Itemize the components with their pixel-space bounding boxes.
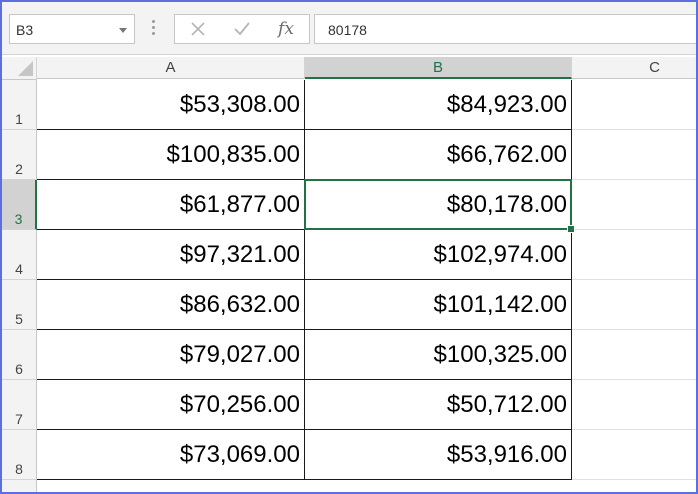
cell-c2[interactable] [572,130,696,180]
cell-b2[interactable]: $66,762.00 [305,130,572,180]
cell-c6[interactable] [572,330,696,380]
cancel-icon[interactable] [180,15,216,43]
cell-a1[interactable]: $53,308.00 [37,80,305,130]
cell-c4[interactable] [572,230,696,280]
spreadsheet-window: B3 fx 80178 A B C 1 $53,308.00 $84,923.0… [0,0,698,494]
cell-a2[interactable]: $100,835.00 [37,130,305,180]
name-box-value: B3 [16,22,34,38]
row-header-6[interactable]: 6 [2,330,37,380]
row-header-2[interactable]: 2 [2,130,37,180]
cell-a5[interactable]: $86,632.00 [37,280,305,330]
insert-function-button[interactable]: fx [268,15,304,43]
cell-a4[interactable]: $97,321.00 [37,230,305,280]
check-icon[interactable] [224,15,260,43]
select-all-triangle-icon [18,61,33,76]
row-number: 2 [15,161,23,177]
cell-c1[interactable] [572,80,696,130]
column-header-a[interactable]: A [37,57,305,79]
cell-b5[interactable]: $101,142.00 [305,280,572,330]
cell-b3[interactable]: $80,178.00 [305,180,572,230]
cell-a8[interactable]: $73,069.00 [37,430,305,480]
cell-b1[interactable]: $84,923.00 [305,80,572,130]
formula-buttons: fx [174,14,310,44]
row-number: 8 [15,461,23,477]
row-header-3[interactable]: 3 [2,180,37,230]
cell-a3[interactable]: $61,877.00 [37,180,305,230]
formula-input[interactable]: 80178 [314,14,696,44]
fill-handle[interactable] [567,225,575,233]
row-header-1[interactable]: 1 [2,80,37,130]
cell-c7[interactable] [572,380,696,430]
row-number: 1 [15,111,23,127]
row-number: 4 [15,261,23,277]
column-header-c[interactable]: C [572,57,696,79]
row-number: 5 [15,311,23,327]
row-header-5[interactable]: 5 [2,280,37,330]
formula-value: 80178 [328,22,367,38]
row-header-7[interactable]: 7 [2,380,37,430]
cell-b8[interactable]: $53,916.00 [305,430,572,480]
cell-c8[interactable] [572,430,696,480]
cell-c5[interactable] [572,280,696,330]
row-number: 7 [15,411,23,427]
row-number: 6 [15,361,23,377]
vertical-dots-icon[interactable] [152,20,155,38]
row-number: 3 [14,211,23,227]
column-header-b[interactable]: B [305,57,572,79]
chevron-down-icon[interactable] [119,28,127,33]
cell-b6[interactable]: $100,325.00 [305,330,572,380]
cell-b4[interactable]: $102,974.00 [305,230,572,280]
row-header-8[interactable]: 8 [2,430,37,480]
cell-c3[interactable] [572,180,696,230]
formula-bar: B3 fx 80178 [2,2,696,55]
cell-a6[interactable]: $79,027.00 [37,330,305,380]
select-all-button[interactable] [2,57,37,80]
row-header-next[interactable] [2,480,37,492]
cell-a7[interactable]: $70,256.00 [37,380,305,430]
cell-b7[interactable]: $50,712.00 [305,380,572,430]
row-header-4[interactable]: 4 [2,230,37,280]
name-box[interactable]: B3 [9,14,135,44]
